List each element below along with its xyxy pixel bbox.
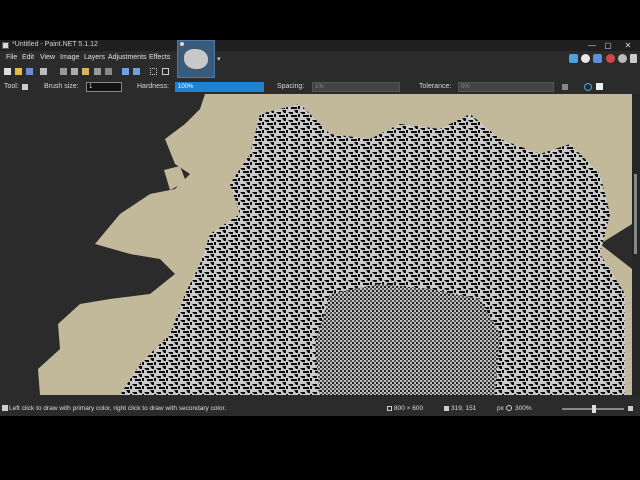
settings-icon[interactable]: [618, 54, 627, 63]
app-icon: [2, 42, 9, 49]
maximize-button[interactable]: ▢: [600, 40, 616, 51]
open-icon[interactable]: [15, 68, 22, 75]
vertical-scrollbar[interactable]: [632, 94, 640, 395]
brush-size-field[interactable]: 1: [86, 82, 122, 92]
brush-size-label: Brush size:: [44, 83, 79, 90]
colors-window-icon[interactable]: [606, 54, 615, 63]
menu-image[interactable]: Image: [60, 54, 79, 61]
menu-view[interactable]: View: [40, 54, 55, 61]
status-bar: Left click to draw with primary color, r…: [0, 402, 640, 416]
zoom-in-icon[interactable]: [628, 406, 633, 411]
pencil-tool-icon[interactable]: [22, 84, 28, 90]
window-title: *Untitled - Paint.NET 5.1.12: [12, 41, 98, 48]
zoom-icon[interactable]: [506, 405, 512, 411]
tolerance-slider[interactable]: 0%: [458, 82, 554, 92]
fine-noise-region: [315, 284, 500, 395]
hardness-label: Hardness:: [137, 83, 169, 90]
save-icon[interactable]: [26, 68, 33, 75]
spacing-slider[interactable]: 1%: [312, 82, 400, 92]
undo-icon[interactable]: [122, 68, 129, 75]
hardness-slider[interactable]: 100%: [175, 82, 264, 92]
image-tab-untitled[interactable]: [177, 40, 215, 78]
menu-effects[interactable]: Effects: [149, 54, 170, 61]
tolerance-label: Tolerance:: [419, 83, 452, 90]
deselect-icon[interactable]: [105, 68, 112, 75]
status-hint: Left click to draw with primary color, r…: [9, 405, 227, 412]
letterbox-bottom: [0, 416, 640, 480]
crop-icon[interactable]: [94, 68, 101, 75]
menu-file[interactable]: File: [6, 54, 17, 61]
tab-close-icon[interactable]: [180, 42, 184, 46]
canvas-area[interactable]: [0, 94, 632, 395]
main-toolbar: [0, 65, 175, 79]
menu-edit[interactable]: Edit: [22, 54, 34, 61]
menu-layers[interactable]: Layers: [84, 54, 105, 61]
new-icon[interactable]: [4, 68, 11, 75]
cursor-icon: [444, 406, 449, 411]
title-bar: *Untitled - Paint.NET 5.1.12 — ▢ ✕: [0, 40, 640, 51]
image-thumbnail: [184, 49, 208, 69]
copy-icon[interactable]: [71, 68, 78, 75]
tool-options-bar: Tool: Brush size: 1 Hardness: 100% Spaci…: [0, 80, 640, 94]
zoom-slider[interactable]: [562, 405, 624, 413]
units-select[interactable]: px: [497, 405, 504, 412]
image-size: 800 × 600: [394, 405, 424, 412]
redo-icon[interactable]: [133, 68, 140, 75]
antialias-icon[interactable]: [584, 83, 592, 91]
letterbox-top: [0, 0, 640, 40]
help-icon[interactable]: [630, 54, 637, 63]
layers-window-icon[interactable]: [593, 54, 602, 63]
zoom-level[interactable]: 300%: [515, 405, 532, 412]
blend-mode-icon[interactable]: [562, 84, 568, 90]
tab-list-arrow-icon[interactable]: ▾: [217, 55, 221, 63]
menu-bar: File Edit View Image Layers Adjustments …: [0, 52, 175, 64]
grid-icon[interactable]: [150, 68, 157, 75]
minimize-button[interactable]: —: [584, 40, 600, 51]
image-canvas[interactable]: [0, 94, 632, 395]
paintnet-window: *Untitled - Paint.NET 5.1.12 — ▢ ✕ File …: [0, 40, 640, 416]
tools-window-icon[interactable]: [569, 54, 578, 63]
close-button[interactable]: ✕: [620, 40, 636, 51]
cursor-position: 319, 151: [451, 405, 477, 412]
scrollbar-thumb[interactable]: [634, 174, 637, 254]
spacing-label: Spacing:: [277, 83, 305, 90]
ruler-icon[interactable]: [162, 68, 169, 75]
print-icon[interactable]: [40, 68, 47, 75]
paste-icon[interactable]: [82, 68, 89, 75]
tool-label: Tool:: [4, 83, 19, 90]
history-window-icon[interactable]: [581, 54, 590, 63]
pencil-status-icon: [2, 405, 8, 411]
zoom-slider-thumb[interactable]: [592, 405, 596, 413]
menu-adjustments[interactable]: Adjustments: [108, 54, 147, 61]
image-size-icon: [387, 406, 392, 411]
cut-icon[interactable]: [60, 68, 67, 75]
alpha-blending-icon[interactable]: [596, 83, 603, 90]
